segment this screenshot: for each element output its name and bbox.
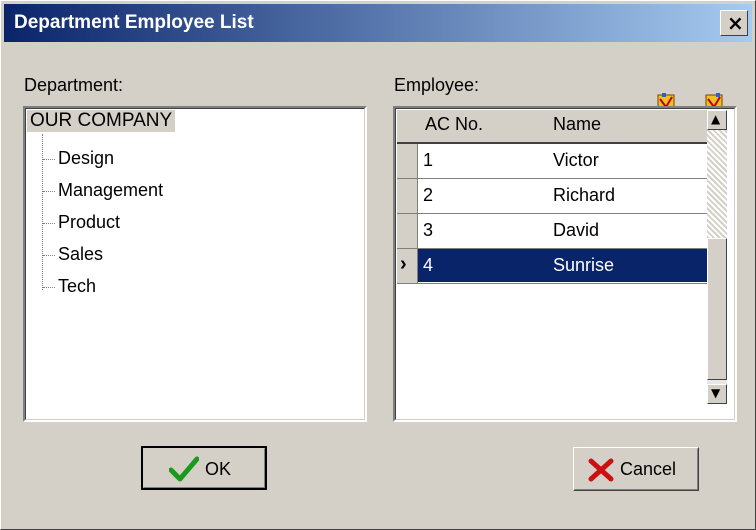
table-row[interactable]: 2 Richard (397, 179, 707, 214)
employee-label: Employee: (394, 75, 480, 95)
ok-button[interactable]: OK (141, 446, 267, 490)
scroll-up-button[interactable]: ▲ (707, 110, 727, 130)
table-row[interactable]: 3 David (397, 214, 707, 249)
vertical-scrollbar[interactable]: ▲ ▼ (707, 110, 727, 404)
department-label: Department: (24, 75, 124, 95)
arrow-up-icon: ▲ (711, 112, 721, 126)
window-title: Department Employee List (14, 12, 254, 33)
employee-grid[interactable]: AC No. Name 1 Victor 2 Richard 3 David ›… (393, 106, 737, 422)
tree-item-product[interactable]: Product (43, 212, 120, 236)
tree-item-sales[interactable]: Sales (43, 244, 103, 268)
grid-header: AC No. Name (397, 110, 707, 144)
cell-ac-no: 1 (423, 150, 434, 170)
cancel-button[interactable]: Cancel (573, 447, 699, 491)
tree-item-label: Product (58, 212, 121, 232)
column-header-name[interactable]: Name (553, 114, 601, 135)
tree-item-label: Sales (58, 244, 104, 264)
cell-ac-no: 3 (423, 220, 434, 240)
cell-ac-no: 4 (423, 255, 434, 275)
row-pointer-icon: › (400, 253, 407, 275)
check-icon (169, 456, 199, 482)
cell-name: Richard (553, 185, 616, 205)
x-icon (588, 458, 614, 482)
close-button[interactable]: × (720, 10, 748, 36)
cell-name: Victor (553, 150, 599, 170)
title-bar[interactable]: Department Employee List × (4, 4, 752, 42)
tree-root-our-company[interactable]: OUR COMPANY (27, 110, 176, 132)
close-icon: × (727, 11, 744, 35)
table-row[interactable]: 1 Victor (397, 144, 707, 179)
tree-item-tech[interactable]: Tech (43, 276, 96, 300)
arrow-down-icon: ▼ (711, 386, 721, 400)
cancel-label: Cancel (620, 459, 677, 479)
tree-item-design[interactable]: Design (43, 148, 114, 172)
tree-item-management[interactable]: Management (43, 180, 163, 204)
cell-name: David (553, 220, 600, 240)
column-header-ac-no[interactable]: AC No. (425, 114, 483, 135)
scroll-down-button[interactable]: ▼ (707, 384, 727, 404)
department-tree[interactable]: OUR COMPANY Design Management Product Sa… (23, 106, 367, 422)
cell-ac-no: 2 (423, 185, 434, 205)
tree-item-label: Design (58, 148, 115, 168)
cell-name: Sunrise (553, 255, 615, 275)
tree-item-label: Tech (58, 276, 97, 296)
dialog-window: Department Employee List × Department: O… (0, 0, 756, 530)
table-row-selected[interactable]: › 4 Sunrise (397, 249, 707, 284)
scroll-track[interactable] (707, 130, 727, 238)
ok-label: OK (205, 459, 232, 479)
scroll-thumb[interactable] (707, 238, 727, 380)
tree-item-label: Management (58, 180, 164, 200)
